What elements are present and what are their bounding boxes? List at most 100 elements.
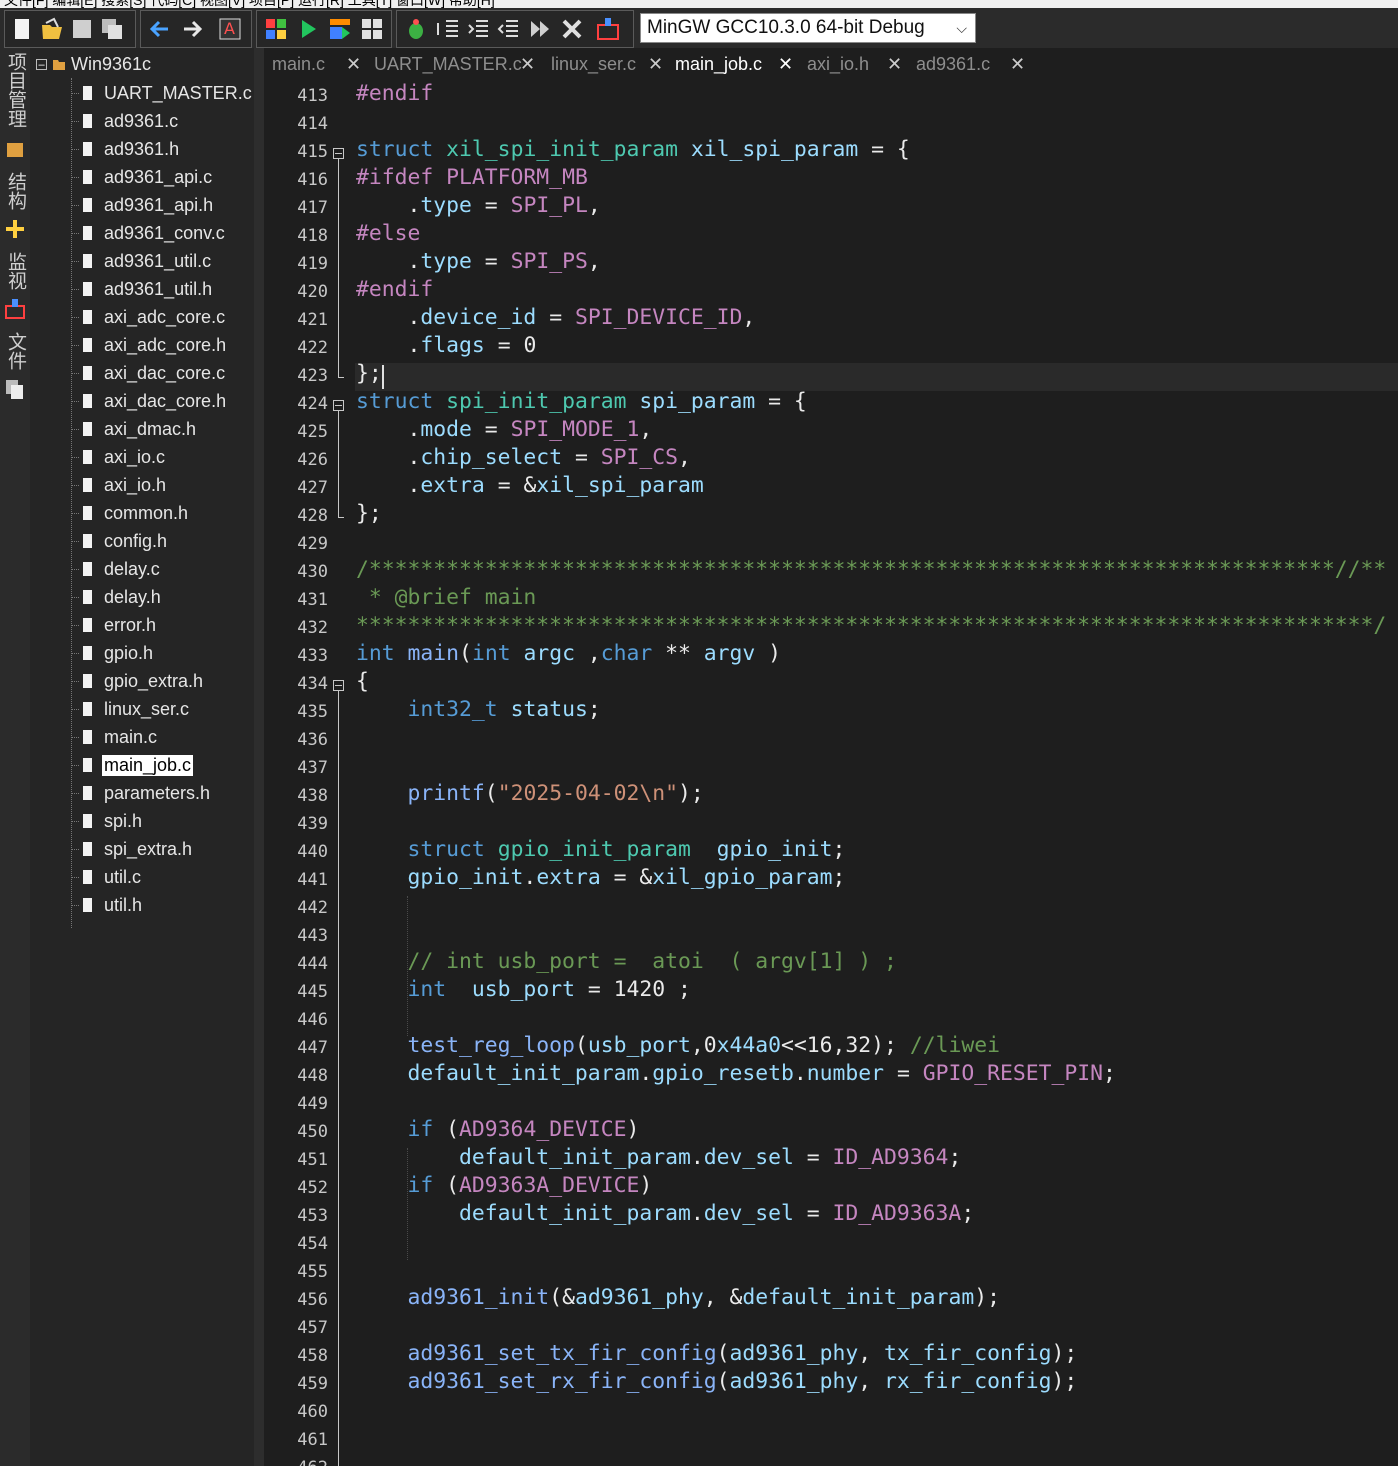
code-line[interactable]: default_init_param.dev_sel = ID_AD9363A;	[356, 1201, 974, 1226]
close-icon[interactable]: ✕	[346, 54, 361, 75]
editor-tab[interactable]: axi_io.h ✕	[807, 48, 902, 80]
tree-file-item[interactable]: axi_io.c	[71, 444, 167, 470]
tree-file-item[interactable]: ad9361_api.h	[71, 192, 215, 218]
tree-file-item[interactable]: delay.c	[71, 556, 162, 582]
code-line[interactable]: ****************************************…	[356, 613, 1386, 638]
tree-file-item[interactable]: ad9361_util.h	[71, 276, 214, 302]
code-line[interactable]: struct gpio_init_param gpio_init;	[356, 837, 846, 862]
tree-file-item[interactable]: axi_dac_core.c	[71, 360, 227, 386]
tree-file-item[interactable]: spi_extra.h	[71, 836, 194, 862]
tree-file-item[interactable]: config.h	[71, 528, 169, 554]
stop-icon[interactable]	[559, 16, 585, 42]
compile-icon[interactable]	[263, 16, 289, 42]
code-line[interactable]: #endif	[356, 82, 433, 106]
editor-tab[interactable]: linux_ser.c ✕	[551, 48, 663, 80]
code-line[interactable]: };	[356, 501, 382, 526]
indent-icon[interactable]	[435, 16, 461, 42]
code-line[interactable]: .flags = 0	[356, 333, 537, 358]
code-line[interactable]: ad9361_set_rx_fir_config(ad9361_phy, rx_…	[356, 1369, 1078, 1394]
tree-file-item[interactable]: axi_dac_core.h	[71, 388, 228, 414]
compiler-select[interactable]: MinGW GCC10.3.0 64-bit Debug ⌵	[640, 13, 976, 43]
tree-file-item[interactable]: util.h	[71, 892, 144, 918]
code-line[interactable]: if (AD9364_DEVICE)	[356, 1117, 640, 1142]
tree-file-item[interactable]: ad9361.c	[71, 108, 180, 134]
tree-file-item[interactable]: axi_io.h	[71, 472, 168, 498]
side-tab-structure[interactable]: 结构	[3, 172, 27, 210]
tree-file-item[interactable]: axi_adc_core.c	[71, 304, 227, 330]
code-line[interactable]: default_init_param.dev_sel = ID_AD9364;	[356, 1145, 961, 1170]
tree-file-item[interactable]: spi.h	[71, 808, 144, 834]
code-editor[interactable]: 413 414 415 416 417 418 419 420 421 422 423 424 425 4…	[264, 82, 1398, 1466]
tree-file-item[interactable]: UART_MASTER.c	[71, 80, 254, 106]
tree-file-item[interactable]: gpio.h	[71, 640, 155, 666]
fold-toggle-icon[interactable]	[333, 680, 344, 691]
code-line[interactable]: #endif	[356, 277, 433, 302]
tree-file-item[interactable]: error.h	[71, 612, 158, 638]
editor-tab[interactable]: UART_MASTER.c ✕	[374, 48, 535, 80]
tree-file-item[interactable]: ad9361_util.c	[71, 248, 213, 274]
code-line[interactable]: .mode = SPI_MODE_1,	[356, 417, 653, 442]
collapse-icon[interactable]: –	[36, 58, 47, 70]
save-all-icon[interactable]	[99, 16, 125, 42]
step-icon[interactable]	[527, 16, 553, 42]
toggle-comment-icon[interactable]	[495, 16, 521, 42]
project-root[interactable]: – Win9361c	[36, 52, 151, 76]
code-line[interactable]: printf("2025-04-02\n");	[356, 781, 704, 806]
code-line[interactable]: #ifdef PLATFORM_MB	[356, 165, 588, 190]
code-line[interactable]: .chip_select = SPI_CS,	[356, 445, 691, 470]
editor-tab[interactable]: ad9361.c ✕	[916, 48, 1025, 80]
code-line[interactable]: {	[356, 669, 369, 694]
fold-toggle-icon[interactable]	[333, 400, 344, 411]
code-line[interactable]: int main(int argc ,char ** argv )	[356, 641, 781, 666]
profile-icon[interactable]	[595, 16, 621, 42]
tree-file-item[interactable]: main.c	[71, 724, 159, 750]
tree-file-item[interactable]: ad9361_conv.c	[71, 220, 227, 246]
new-file-icon[interactable]	[9, 16, 35, 42]
editor-tab[interactable]: main.c ✕	[272, 48, 361, 80]
code-line[interactable]: if (AD9363A_DEVICE)	[356, 1173, 653, 1198]
code-line[interactable]: * @brief main	[356, 585, 536, 610]
code-line[interactable]: .type = SPI_PS,	[356, 249, 601, 274]
code-line[interactable]: .type = SPI_PL,	[356, 193, 601, 218]
code-line[interactable]: test_reg_loop(usb_port,0x44a0<<16,32); /…	[356, 1033, 1000, 1058]
tree-file-item[interactable]: axi_adc_core.h	[71, 332, 228, 358]
close-icon[interactable]: ✕	[1010, 54, 1025, 75]
tree-file-item[interactable]: ad9361.h	[71, 136, 181, 162]
code-line[interactable]: // int usb_port = atoi ( argv[1] ) ;	[356, 949, 897, 974]
tree-file-item[interactable]: common.h	[71, 500, 190, 526]
code-line[interactable]: #else	[356, 221, 420, 246]
tree-file-item[interactable]: gpio_extra.h	[71, 668, 205, 694]
rebuild-icon[interactable]	[359, 16, 385, 42]
save-icon[interactable]	[69, 16, 95, 42]
code-line[interactable]: default_init_param.gpio_resetb.number = …	[356, 1061, 1116, 1086]
tree-file-item[interactable]: util.c	[71, 864, 143, 890]
close-icon[interactable]: ✕	[520, 54, 535, 75]
code-line[interactable]: .device_id = SPI_DEVICE_ID,	[356, 305, 756, 330]
tree-file-item[interactable]: axi_dmac.h	[71, 416, 198, 442]
close-icon[interactable]: ✕	[778, 54, 793, 75]
close-icon[interactable]: ✕	[887, 54, 902, 75]
side-tab-files[interactable]: 文件	[3, 332, 27, 370]
tree-file-item[interactable]: ad9361_api.c	[71, 164, 214, 190]
format-icon[interactable]: A	[217, 16, 243, 42]
tree-file-item[interactable]: delay.h	[71, 584, 163, 610]
side-tab-project[interactable]: 项目管理	[3, 52, 27, 128]
run-icon[interactable]	[295, 16, 321, 42]
panel-splitter[interactable]	[254, 48, 264, 1466]
close-icon[interactable]: ✕	[648, 54, 663, 75]
code-line[interactable]: ad9361_init(&ad9361_phy, &default_init_p…	[356, 1285, 1000, 1310]
code-line[interactable]: struct spi_init_param spi_param = {	[356, 389, 807, 414]
code-line[interactable]: ad9361_set_tx_fir_config(ad9361_phy, tx_…	[356, 1341, 1078, 1366]
code-line[interactable]: gpio_init.extra = &xil_gpio_param;	[356, 865, 846, 890]
side-tab-watch[interactable]: 监视	[3, 252, 27, 290]
code-line[interactable]: .extra = &xil_spi_param	[356, 473, 704, 498]
debug-icon[interactable]	[403, 16, 429, 42]
tree-file-item[interactable]: linux_ser.c	[71, 696, 191, 722]
tree-file-item[interactable]: parameters.h	[71, 780, 212, 806]
fold-toggle-icon[interactable]	[333, 148, 344, 159]
editor-tab[interactable]: main_job.c ✕	[675, 48, 793, 80]
forward-icon[interactable]	[179, 16, 205, 42]
code-line[interactable]: int32_t status;	[356, 697, 601, 722]
tree-file-item[interactable]: main_job.c	[71, 752, 194, 778]
open-file-icon[interactable]	[39, 16, 65, 42]
